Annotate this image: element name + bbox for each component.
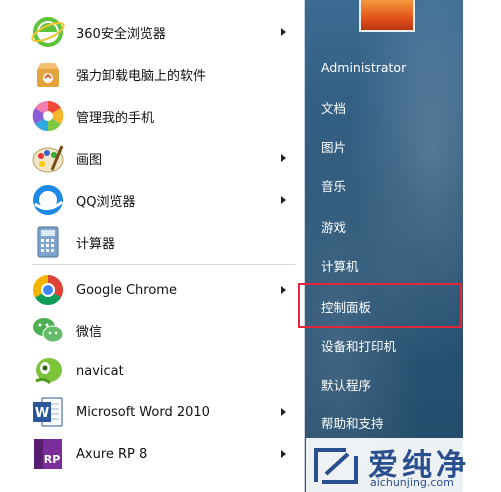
- start-menu-program-list: 360安全浏览器 强力卸载电脑上的软件 管理我的手机 画图 QQ浏览器 计算器 …: [22, 0, 305, 492]
- program-label: 360安全浏览器: [76, 26, 166, 42]
- program-navicat[interactable]: navicat: [30, 351, 298, 391]
- program-paint[interactable]: 画图: [30, 138, 298, 178]
- watermark: 爱纯净 aichunjing.com: [306, 438, 501, 492]
- program-label: Axure RP 8: [76, 446, 148, 462]
- program-label: QQ浏览器: [76, 194, 136, 210]
- submenu-arrow-icon: [281, 28, 286, 36]
- submenu-arrow-icon: [281, 286, 286, 294]
- program-360-browser[interactable]: 360安全浏览器: [30, 12, 298, 52]
- program-label: 画图: [76, 152, 103, 168]
- program-axure-rp[interactable]: RP Axure RP 8: [30, 434, 298, 474]
- watermark-url: aichunjing.com: [370, 476, 454, 489]
- phone-manager-icon: [30, 98, 66, 134]
- program-label: Google Chrome: [76, 282, 177, 298]
- right-item-pictures[interactable]: 图片: [321, 137, 346, 156]
- program-wechat[interactable]: 微信: [30, 310, 298, 350]
- uninstaller-box-icon: [30, 56, 66, 92]
- submenu-arrow-icon: [281, 196, 286, 204]
- submenu-arrow-icon: [281, 450, 286, 458]
- program-label: 强力卸载电脑上的软件: [76, 68, 207, 84]
- program-uninstaller[interactable]: 强力卸载电脑上的软件: [30, 54, 298, 94]
- program-phone-manager[interactable]: 管理我的手机: [30, 96, 298, 136]
- calculator-icon: [30, 224, 66, 260]
- program-label: navicat: [76, 363, 124, 379]
- control-panel-highlight-box: [298, 283, 462, 328]
- program-label: 计算器: [76, 236, 116, 252]
- wechat-icon: [30, 312, 66, 348]
- svg-text:W: W: [35, 406, 49, 421]
- right-item-devices-printers[interactable]: 设备和打印机: [321, 336, 396, 355]
- start-menu-right-pane: Administrator 文档 图片 音乐 游戏 计算机 控制面板 设备和打印…: [305, 0, 463, 492]
- program-calculator[interactable]: 计算器: [30, 222, 298, 262]
- paint-palette-icon: [30, 140, 66, 176]
- list-divider: [32, 264, 296, 265]
- program-qq-browser[interactable]: QQ浏览器: [30, 180, 298, 220]
- watermark-logo-icon: [314, 448, 358, 484]
- submenu-arrow-icon: [281, 408, 286, 416]
- chrome-icon: [30, 272, 66, 308]
- program-label: Microsoft Word 2010: [76, 404, 210, 420]
- right-item-documents[interactable]: 文档: [321, 98, 346, 117]
- user-avatar[interactable]: [359, 0, 415, 32]
- program-microsoft-word[interactable]: W Microsoft Word 2010: [30, 392, 298, 432]
- program-label: 管理我的手机: [76, 110, 155, 126]
- right-item-administrator[interactable]: Administrator: [321, 60, 406, 75]
- axure-icon: RP: [30, 436, 66, 472]
- qq-browser-icon: [30, 182, 66, 218]
- program-label: 微信: [76, 324, 103, 340]
- submenu-arrow-icon: [281, 154, 286, 162]
- right-item-help-support[interactable]: 帮助和支持: [321, 413, 384, 432]
- 360-browser-icon: [30, 14, 66, 50]
- svg-text:RP: RP: [44, 453, 61, 466]
- right-item-computer[interactable]: 计算机: [321, 256, 359, 275]
- desktop-background: [463, 0, 501, 492]
- word-icon: W: [30, 394, 66, 430]
- right-item-default-programs[interactable]: 默认程序: [321, 375, 371, 394]
- navicat-icon: [30, 353, 66, 389]
- program-google-chrome[interactable]: Google Chrome: [30, 270, 298, 310]
- right-item-games[interactable]: 游戏: [321, 217, 346, 236]
- right-item-music[interactable]: 音乐: [321, 176, 346, 195]
